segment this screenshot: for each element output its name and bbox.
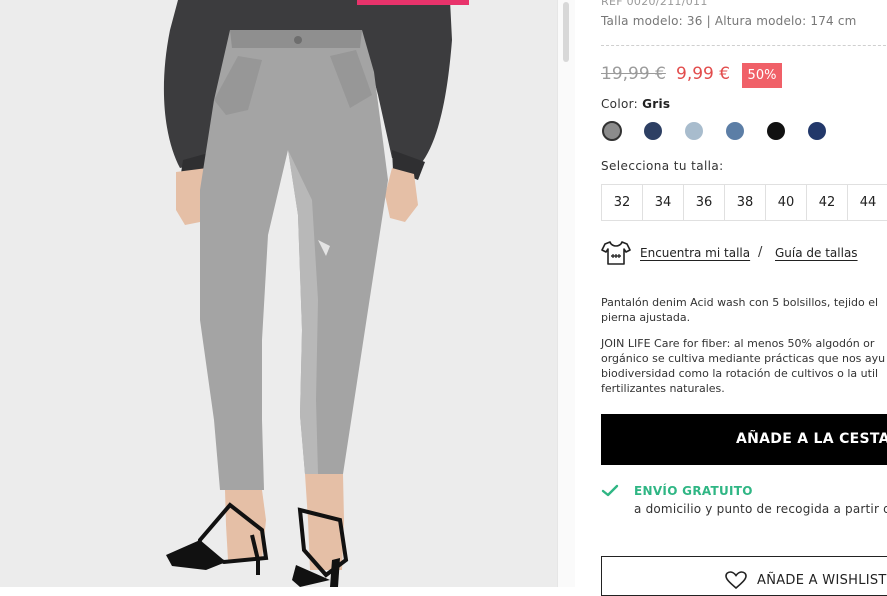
free-shipping-subtitle: a domicilio y punto de recogida a partir… bbox=[634, 502, 887, 516]
check-icon bbox=[601, 484, 619, 497]
color-swatch-black[interactable] bbox=[767, 122, 785, 140]
add-to-wishlist-button[interactable]: AÑADE A WISHLIST bbox=[601, 556, 887, 596]
description-line: Pantalón denim Acid wash con 5 bolsillos… bbox=[601, 296, 879, 309]
color-swatch-medium-blue[interactable] bbox=[726, 122, 744, 140]
description-line: biodiversidad como la rotación de cultiv… bbox=[601, 367, 879, 380]
product-info-panel: REF 0020/211/011 Talla modelo: 36 | Altu… bbox=[601, 0, 887, 596]
divider bbox=[601, 45, 887, 46]
sale-price: 9,99 € bbox=[676, 64, 731, 84]
tshirt-ruler-icon bbox=[601, 241, 631, 265]
link-separator: / bbox=[758, 245, 763, 260]
color-swatch-dark-blue[interactable] bbox=[644, 122, 662, 140]
size-option[interactable]: 36 bbox=[684, 185, 725, 220]
heart-icon bbox=[725, 571, 747, 589]
size-option[interactable]: 38 bbox=[725, 185, 766, 220]
scrollbar-thumb[interactable] bbox=[563, 2, 569, 62]
size-selector: 32 34 36 38 40 42 44 bbox=[601, 184, 887, 221]
sustainability-description: JOIN LIFE Care for fiber: al menos 50% a… bbox=[601, 336, 887, 396]
color-swatch-navy[interactable] bbox=[808, 122, 826, 140]
original-price: 19,99 € bbox=[601, 64, 666, 84]
color-label-text: Color: bbox=[601, 97, 638, 111]
size-option[interactable]: 44 bbox=[848, 185, 887, 220]
size-select-label: Selecciona tu talla: bbox=[601, 159, 724, 173]
description-line: JOIN LIFE Care for fiber: al menos 50% a… bbox=[601, 337, 875, 350]
description-line: pierna ajustada. bbox=[601, 311, 691, 324]
product-image[interactable] bbox=[0, 0, 557, 587]
color-label: Color: Gris bbox=[601, 97, 670, 111]
description-line: orgánico se cultiva mediante prácticas q… bbox=[601, 352, 886, 365]
product-photo bbox=[0, 0, 557, 587]
size-option[interactable]: 32 bbox=[602, 185, 643, 220]
free-shipping-title: ENVÍO GRATUITO bbox=[634, 484, 753, 498]
size-option[interactable]: 42 bbox=[807, 185, 848, 220]
model-info: Talla modelo: 36 | Altura modelo: 174 cm bbox=[601, 14, 857, 28]
size-guide-link[interactable]: Guía de tallas bbox=[775, 246, 858, 260]
scrollbar[interactable] bbox=[557, 0, 575, 587]
wishlist-label: AÑADE A WISHLIST bbox=[757, 573, 887, 588]
size-option[interactable]: 34 bbox=[643, 185, 684, 220]
color-value: Gris bbox=[642, 97, 671, 111]
discount-badge: 50% bbox=[742, 63, 782, 88]
find-my-size-link[interactable]: Encuentra mi talla bbox=[640, 246, 750, 260]
color-swatch-light-blue[interactable] bbox=[685, 122, 703, 140]
add-to-cart-button[interactable]: AÑADE A LA CESTA bbox=[601, 414, 887, 465]
color-swatch-grey[interactable] bbox=[602, 121, 622, 141]
size-option[interactable]: 40 bbox=[766, 185, 807, 220]
description-line: fertilizantes naturales. bbox=[601, 382, 725, 395]
product-reference: REF 0020/211/011 bbox=[601, 0, 708, 8]
product-description: Pantalón denim Acid wash con 5 bolsillos… bbox=[601, 295, 887, 325]
carousel-indicator bbox=[357, 0, 469, 5]
